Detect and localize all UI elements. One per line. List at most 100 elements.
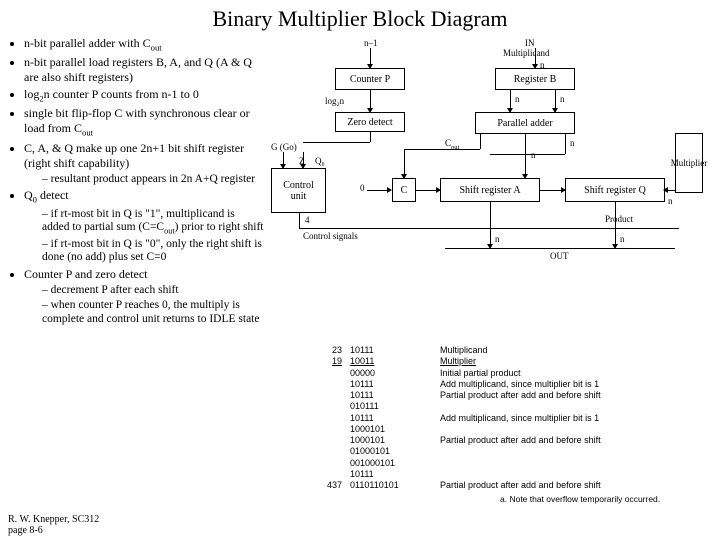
line-zd-2 — [303, 142, 370, 143]
content-row: n-bit parallel adder with Cout n-bit par… — [0, 36, 720, 329]
box-parallel-adder: Parallel adder — [475, 112, 575, 134]
b6d2: if rt-most bit in Q is "0", only the rig… — [42, 238, 265, 266]
lbl-multiplicand: Multiplicand — [503, 48, 550, 58]
lbl-n-out-q: n — [620, 234, 625, 244]
box-register-b: Register B — [495, 68, 575, 90]
b1-text: n-bit parallel adder with C — [24, 36, 151, 50]
tr2c2: 00000 — [350, 368, 440, 379]
arrow-cout — [401, 174, 407, 179]
bullet-7: Counter P and zero detect decrement P af… — [24, 267, 265, 326]
trace-row: 10111Add multiplicand, since multiplier … — [300, 379, 710, 390]
block-diagram: n–1 IN Multiplicand n Counter P Register… — [265, 38, 710, 308]
line-out-a — [490, 202, 491, 248]
tr9c2: 01000101 — [350, 446, 440, 457]
lbl-n-aup: n — [570, 138, 575, 148]
line-adder-a — [525, 134, 526, 178]
bullet-1: n-bit parallel adder with Cout — [24, 36, 265, 53]
lbl-log2n: log₂n — [325, 96, 344, 106]
trace-row: 10111 — [300, 469, 710, 480]
line-ctrl-h — [299, 228, 679, 229]
trace-row: 00000Initial partial product — [300, 368, 710, 379]
b6d1b: ) prior to right shift — [175, 221, 264, 233]
trace-row: 10111Add multiplicand, since multiplier … — [300, 413, 710, 424]
lbl-four: 4 — [305, 215, 310, 225]
arrow-b-adder1 — [507, 108, 513, 113]
b7-dash: decrement P after each shift when counte… — [24, 284, 265, 326]
tr7c2: 1000101 — [350, 424, 440, 435]
trace-row: 1000101 — [300, 424, 710, 435]
tr10c1 — [300, 458, 350, 469]
tr10c3 — [440, 458, 710, 469]
b6d1s: out — [164, 227, 175, 236]
line-ctrl-v — [299, 213, 300, 228]
tr5c3 — [440, 401, 710, 412]
trace-row: 1910011Multiplier — [300, 356, 710, 367]
lbl-zero: 0 — [360, 183, 365, 193]
tr12c1: 437 — [300, 480, 350, 491]
box-shift-a: Shift register A — [440, 178, 540, 202]
arrow-c-a — [436, 187, 441, 193]
line-a-up1 — [565, 134, 566, 154]
line-cout-1 — [480, 134, 481, 149]
tr3c2: 10111 — [350, 379, 440, 390]
tr10c2: 001000101 — [350, 458, 440, 469]
trace-row: 010111 — [300, 401, 710, 412]
box-zero-detect: Zero detect — [335, 112, 405, 132]
box-shift-q: Shift register Q — [565, 178, 665, 202]
tr5c2: 010111 — [350, 401, 440, 412]
line-zd-1 — [370, 132, 371, 142]
tr5c1 — [300, 401, 350, 412]
lbl-out: OUT — [550, 251, 569, 261]
b3a: log — [24, 87, 39, 101]
lbl-in: IN — [525, 38, 535, 48]
tr8c2: 1000101 — [350, 435, 440, 446]
trace-row: 10111Partial product after add and befor… — [300, 390, 710, 401]
tr11c3 — [440, 469, 710, 480]
bullet-3: log2n counter P counts from n-1 to 0 — [24, 87, 265, 104]
line-cout-2 — [404, 149, 480, 150]
arrow-nminus1 — [367, 64, 373, 69]
b5-dash: resultant product appears in 2n A+Q regi… — [24, 173, 265, 187]
tr8c3: Partial product after add and before shi… — [440, 435, 710, 446]
b6d1: if rt-most bit in Q is "1", multiplicand… — [42, 208, 265, 237]
b5d1: resultant product appears in 2n A+Q regi… — [42, 173, 265, 187]
box-c: C — [392, 178, 416, 202]
arrow-out-a — [487, 244, 493, 249]
lbl-n-b2: n — [560, 94, 565, 104]
trace-row: 1000101Partial product after add and bef… — [300, 435, 710, 446]
tr6c3: Add multiplicand, since multiplier bit i… — [440, 413, 710, 424]
lbl-n-b1: n — [515, 94, 520, 104]
bullet-4: single bit flip-flop C with synchronous … — [24, 106, 265, 138]
b1-sub: out — [151, 42, 162, 52]
tr7c3 — [440, 424, 710, 435]
lbl-q0: Q₀ — [315, 156, 325, 166]
box-control-unit: Control unit — [271, 168, 326, 213]
trace-row: 01000101 — [300, 446, 710, 457]
tr1c2: 10011 — [350, 356, 440, 367]
tr2c3: Initial partial product — [440, 368, 710, 379]
tr8c1 — [300, 435, 350, 446]
b4a: single bit flip-flop C with synchronous … — [24, 106, 250, 135]
tr1c1: 19 — [300, 356, 350, 367]
tr0c2: 10111 — [350, 345, 440, 356]
bullet-2: n-bit parallel load registers B, A, and … — [24, 55, 265, 85]
tr11c1 — [300, 469, 350, 480]
b3b: n counter P counts from n-1 to 0 — [44, 87, 199, 101]
arrow-b-adder2 — [552, 108, 558, 113]
b7t: Counter P and zero detect — [24, 267, 148, 281]
arrow-a-q — [561, 187, 566, 193]
line-a-up2 — [490, 154, 565, 155]
tr3c1 — [300, 379, 350, 390]
tr11c2: 10111 — [350, 469, 440, 480]
arrow-g — [280, 164, 286, 169]
b6b: detect — [37, 188, 69, 202]
arrow-adder-a — [522, 174, 528, 179]
trace-row: 2310111Multiplicand — [300, 345, 710, 356]
tr4c2: 10111 — [350, 390, 440, 401]
line-out-bus — [445, 248, 675, 249]
trace-note: a. Note that overflow temporarily occurr… — [500, 494, 710, 505]
tr12c3: Partial product after add and before shi… — [440, 480, 710, 491]
trace-row: 001000101 — [300, 458, 710, 469]
trace-row: 4370110110101Partial product after add a… — [300, 480, 710, 491]
b4s: out — [82, 128, 93, 138]
